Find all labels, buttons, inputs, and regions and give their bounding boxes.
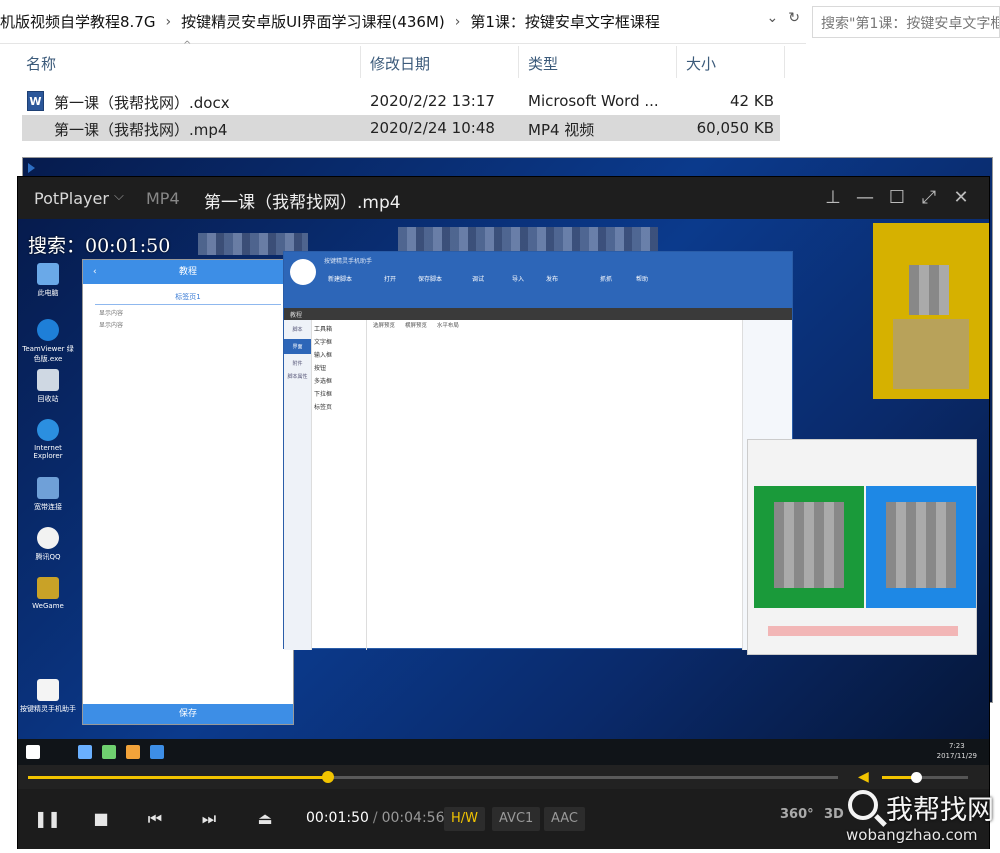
file-size: 60,050 KB (696, 119, 774, 137)
blurred-region (398, 227, 658, 251)
magnifier-icon (848, 790, 878, 820)
media-format: MP4 (146, 189, 180, 208)
time-display: 00:01:50/00:04:56 (306, 810, 445, 826)
search-input[interactable]: 搜索"第1课：按键安卓文字框 (812, 6, 1000, 38)
fullscreen-icon[interactable]: ⤢ (916, 185, 942, 211)
column-date[interactable]: 修改日期 (362, 46, 438, 78)
chevron-right-icon: › (454, 13, 461, 30)
volume-icon[interactable]: ◀ (858, 769, 876, 785)
seek-bar[interactable] (28, 771, 838, 783)
player-brand[interactable]: PotPlayer (34, 189, 109, 208)
column-name[interactable]: 名称 (18, 46, 64, 78)
phone-preview: ‹ 教程 标签页1 显示内容 显示内容 保存 (82, 259, 294, 725)
breadcrumb-item[interactable]: 机版视频自学教程8.7G (0, 11, 161, 32)
next-icon[interactable]: ⏭ (196, 807, 222, 831)
file-name: 第一课（我帮找网）.mp4 (54, 121, 228, 139)
file-type: Microsoft Word ... (528, 92, 659, 110)
sort-caret-icon: ^ (183, 40, 192, 51)
webcam-overlay (873, 223, 989, 399)
file-row-selected[interactable]: 第一课（我帮找网）.mp4 2020/2/24 10:48 MP4 视频 60,… (22, 115, 993, 703)
chevron-down-icon[interactable]: ⌵ (114, 189, 124, 204)
column-size[interactable]: 大小 (678, 46, 724, 78)
file-size: 42 KB (730, 92, 774, 110)
volume-slider[interactable] (882, 772, 968, 783)
video-taskbar: 7:23 2017/11/29 (18, 739, 989, 765)
breadcrumb-item[interactable]: 第1课：按键安卓文字框课程 (464, 11, 666, 32)
column-divider[interactable] (518, 46, 519, 78)
column-divider[interactable] (360, 46, 361, 78)
video-codec-badge[interactable]: AVC1 (492, 807, 541, 831)
duration: 00:04:56 (381, 810, 445, 826)
search-overlay-text: 搜索：00:01:50 (28, 235, 171, 257)
code-editor: 选屏预览 横屏预览 水平布局 (366, 320, 722, 650)
seek-progress (28, 776, 328, 779)
desktop-icon: TeamViewer 绿色版.exe (20, 319, 76, 364)
desktop-icon: 宽带连接 (20, 477, 76, 512)
volume-handle[interactable] (911, 772, 923, 783)
watermark: 我帮找网 wobangzhao.com (828, 784, 998, 850)
media-title: 第一课（我帮找网）.mp4 (204, 193, 401, 213)
column-divider[interactable] (784, 46, 785, 78)
file-type: MP4 视频 (528, 121, 595, 139)
breadcrumb-item[interactable]: 按键精灵安卓版UI界面学习课程(436M) (175, 11, 451, 32)
player-titlebar[interactable]: PotPlayer ⌵ MP4 第一课（我帮找网）.mp4 ⊥ — ☐ ⤢ ✕ (18, 177, 989, 219)
file-name: 第一课（我帮找网）.docx (54, 94, 230, 112)
vr-360-button[interactable]: 360° (780, 807, 814, 822)
previous-icon[interactable]: ⏮ (142, 807, 168, 831)
address-bar[interactable]: 机版视频自学教程8.7G › 按键精灵安卓版UI界面学习课程(436M) › 第… (0, 0, 806, 44)
potplayer-window: PotPlayer ⌵ MP4 第一课（我帮找网）.mp4 ⊥ — ☐ ⤢ ✕ … (17, 176, 990, 849)
screen: 机版视频自学教程8.7G › 按键精灵安卓版UI界面学习课程(436M) › 第… (0, 0, 1000, 853)
close-icon[interactable]: ✕ (948, 185, 974, 211)
eject-icon[interactable]: ⏏ (252, 807, 278, 831)
seek-handle[interactable] (321, 771, 334, 783)
chevron-down-icon[interactable]: ⌄ (767, 10, 779, 26)
desktop-icon: Internet Explorer (20, 419, 76, 460)
chevron-right-icon: › (165, 13, 172, 30)
ide-window: 按键精灵手机助手 新建脚本 打开 保存脚本 调试 导入 发布 抓抓 帮助 教程 … (283, 251, 793, 650)
word-doc-icon: W (27, 91, 44, 111)
column-type[interactable]: 类型 (520, 46, 566, 78)
hw-accel-badge[interactable]: H/W (444, 807, 486, 831)
maximize-icon[interactable]: ☐ (884, 185, 910, 211)
audio-codec-badge[interactable]: AAC (544, 807, 585, 831)
refresh-icon[interactable]: ↻ (788, 10, 800, 26)
desktop-icon: 回收站 (20, 369, 76, 404)
current-time: 00:01:50 (306, 810, 369, 826)
file-row[interactable]: W 第一课（我帮找网）.docx 2020/2/22 13:17 Microso… (22, 88, 780, 114)
desktop-icon: 按键精灵手机助手 (20, 679, 76, 714)
minimize-icon[interactable]: — (852, 185, 878, 211)
video-area[interactable]: 搜索：00:01:50 此电脑 TeamViewer 绿色版.exe 回收站 I… (18, 219, 989, 765)
qr-popup (747, 439, 977, 655)
desktop-icon: WeGame (20, 577, 76, 610)
column-divider[interactable] (676, 46, 677, 78)
desktop-icon: 腾讯QQ (20, 527, 76, 562)
menu-icon (290, 259, 316, 285)
desktop-icon: 此电脑 (20, 263, 76, 298)
file-date: 2020/2/22 13:17 (370, 92, 495, 110)
file-date: 2020/2/24 10:48 (370, 119, 495, 137)
pin-icon[interactable]: ⊥ (820, 185, 846, 211)
back-arrow-icon: ‹ (93, 267, 97, 277)
pause-icon[interactable]: ❚❚ (34, 807, 61, 831)
stop-icon[interactable]: ■ (88, 807, 114, 831)
